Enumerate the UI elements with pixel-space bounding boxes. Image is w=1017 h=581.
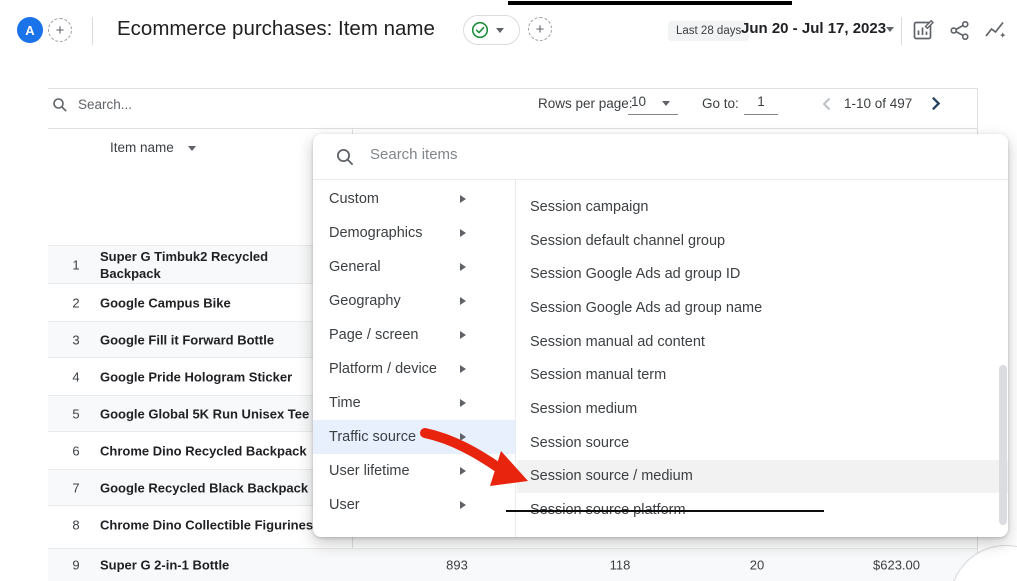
row-number: 7	[56, 480, 96, 495]
menu-search-input[interactable]	[370, 146, 770, 163]
header-row-border	[48, 128, 977, 129]
submenu-arrow-icon	[460, 365, 466, 373]
row-number: 2	[56, 295, 96, 310]
rows-per-page-chevron-icon[interactable]	[662, 101, 670, 106]
category-column: Custom Demographics General Geography Pa…	[313, 180, 516, 537]
category-custom[interactable]: Custom	[313, 182, 515, 216]
go-to-label: Go to:	[702, 96, 739, 111]
customize-report-icon[interactable]	[910, 17, 936, 43]
item-name: Chrome Dino Recycled Backpack	[100, 443, 307, 458]
dimension-item-session-google-ads-ad-group-id[interactable]: Session Google Ads ad group ID	[517, 257, 1008, 291]
table-search-input[interactable]	[78, 95, 298, 113]
category-label: User lifetime	[329, 463, 410, 479]
item-name: Google Pride Hologram Sticker	[100, 369, 292, 384]
row-number: 8	[56, 517, 96, 532]
add-comparison-button[interactable]	[48, 18, 72, 42]
item-name: Super G Timbuk2 Recycled Backpack	[100, 248, 295, 282]
submenu-arrow-icon	[460, 297, 466, 305]
date-chevron-down-icon[interactable]	[886, 27, 894, 32]
dimension-picker-menu: Custom Demographics General Geography Pa…	[313, 134, 1008, 537]
row-number: 3	[56, 332, 96, 347]
category-label: Custom	[329, 191, 379, 207]
redaction-line-annotation	[508, 1, 792, 5]
item-name: Chrome Dino Collectible Figurines	[100, 517, 313, 532]
category-label: General	[329, 259, 381, 275]
submenu-arrow-icon	[460, 467, 466, 475]
rows-per-page-select[interactable]: 10	[628, 94, 678, 115]
search-icon	[52, 97, 68, 118]
row-number: 9	[56, 558, 96, 573]
category-label: Geography	[329, 293, 401, 309]
header-divider-2	[901, 17, 902, 45]
row-number: 1	[56, 257, 96, 272]
category-platform-device[interactable]: Platform / device	[313, 352, 515, 386]
item-name-column-header[interactable]: Item name	[110, 140, 174, 155]
row-number: 6	[56, 443, 96, 458]
item-name: Google Global 5K Run Unisex Tee	[100, 406, 309, 421]
metric-value: $623.00	[770, 558, 920, 573]
category-demographics[interactable]: Demographics	[313, 216, 515, 250]
chevron-down-icon	[496, 28, 504, 33]
card-top-border	[48, 88, 977, 89]
date-preset-badge: Last 28 days	[668, 21, 749, 41]
row-number: 5	[56, 406, 96, 421]
submenu-arrow-icon	[460, 501, 466, 509]
item-name: Super G 2-in-1 Bottle	[100, 558, 229, 573]
category-label: Time	[329, 395, 361, 411]
menu-search-icon	[335, 147, 355, 172]
dimension-item-session-manual-ad-content[interactable]: Session manual ad content	[517, 325, 1008, 359]
share-icon[interactable]	[946, 17, 972, 43]
previous-page-icon[interactable]	[818, 95, 836, 113]
dimension-item-session-default-channel-group[interactable]: Session default channel group	[517, 224, 1008, 258]
submenu-arrow-icon	[460, 331, 466, 339]
dimension-item-session-manual-term[interactable]: Session manual term	[517, 358, 1008, 392]
category-label: Page / screen	[329, 327, 418, 343]
submenu-arrow-icon	[460, 229, 466, 237]
category-general[interactable]: General	[313, 250, 515, 284]
ga4-report-screen: A Ecommerce purchases: Item name Last 28…	[0, 0, 1017, 581]
dimension-item-session-source[interactable]: Session source	[517, 426, 1008, 460]
item-name: Google Recycled Black Backpack	[100, 480, 308, 495]
pagination-range: 1-10 of 497	[844, 96, 912, 111]
go-to-input[interactable]: 1	[744, 94, 778, 115]
avatar[interactable]: A	[17, 17, 43, 43]
submenu-arrow-icon	[460, 263, 466, 271]
category-label: Platform / device	[329, 361, 437, 377]
insights-icon[interactable]	[982, 17, 1008, 43]
category-traffic-source[interactable]: Traffic source	[313, 420, 515, 454]
rows-per-page-label: Rows per page:	[538, 96, 633, 111]
row-number: 4	[56, 369, 96, 384]
category-label: User	[329, 497, 360, 513]
dimension-item-session-google-ads-ad-group-name[interactable]: Session Google Ads ad group name	[517, 291, 1008, 325]
dimension-item-session-campaign[interactable]: Session campaign	[517, 190, 1008, 224]
table-row[interactable]: 9 Super G 2-in-1 Bottle 893 118 20 $623.…	[48, 548, 977, 581]
menu-scrollbar[interactable]	[999, 365, 1007, 525]
date-range-selector[interactable]: Jun 20 - Jul 17, 2023	[741, 20, 886, 37]
check-circle-icon	[471, 21, 489, 39]
dimension-item-column: Session campaign Session default channel…	[517, 180, 1008, 537]
page-title: Ecommerce purchases: Item name	[117, 17, 435, 41]
dimension-item-session-source-medium[interactable]: Session source / medium	[517, 460, 1008, 494]
item-name: Google Fill it Forward Bottle	[100, 332, 274, 347]
item-name: Google Campus Bike	[100, 295, 231, 310]
category-geography[interactable]: Geography	[313, 284, 515, 318]
category-label: Demographics	[329, 225, 423, 241]
category-label: Traffic source	[329, 429, 416, 445]
report-status-button[interactable]	[463, 15, 520, 45]
dimension-item-session-medium[interactable]: Session medium	[517, 392, 1008, 426]
header-divider	[92, 17, 93, 45]
submenu-arrow-icon	[460, 433, 466, 441]
submenu-arrow-icon	[460, 399, 466, 407]
column-sort-chevron-icon[interactable]	[188, 146, 196, 151]
category-user[interactable]: User	[313, 488, 515, 522]
submenu-arrow-icon	[460, 195, 466, 203]
category-time[interactable]: Time	[313, 386, 515, 420]
add-report-tab-button[interactable]	[528, 17, 552, 41]
strikethrough-annotation	[506, 510, 824, 512]
category-page-screen[interactable]: Page / screen	[313, 318, 515, 352]
next-page-icon[interactable]	[926, 94, 945, 113]
category-user-lifetime[interactable]: User lifetime	[313, 454, 515, 488]
menu-search-row[interactable]	[313, 134, 1008, 180]
